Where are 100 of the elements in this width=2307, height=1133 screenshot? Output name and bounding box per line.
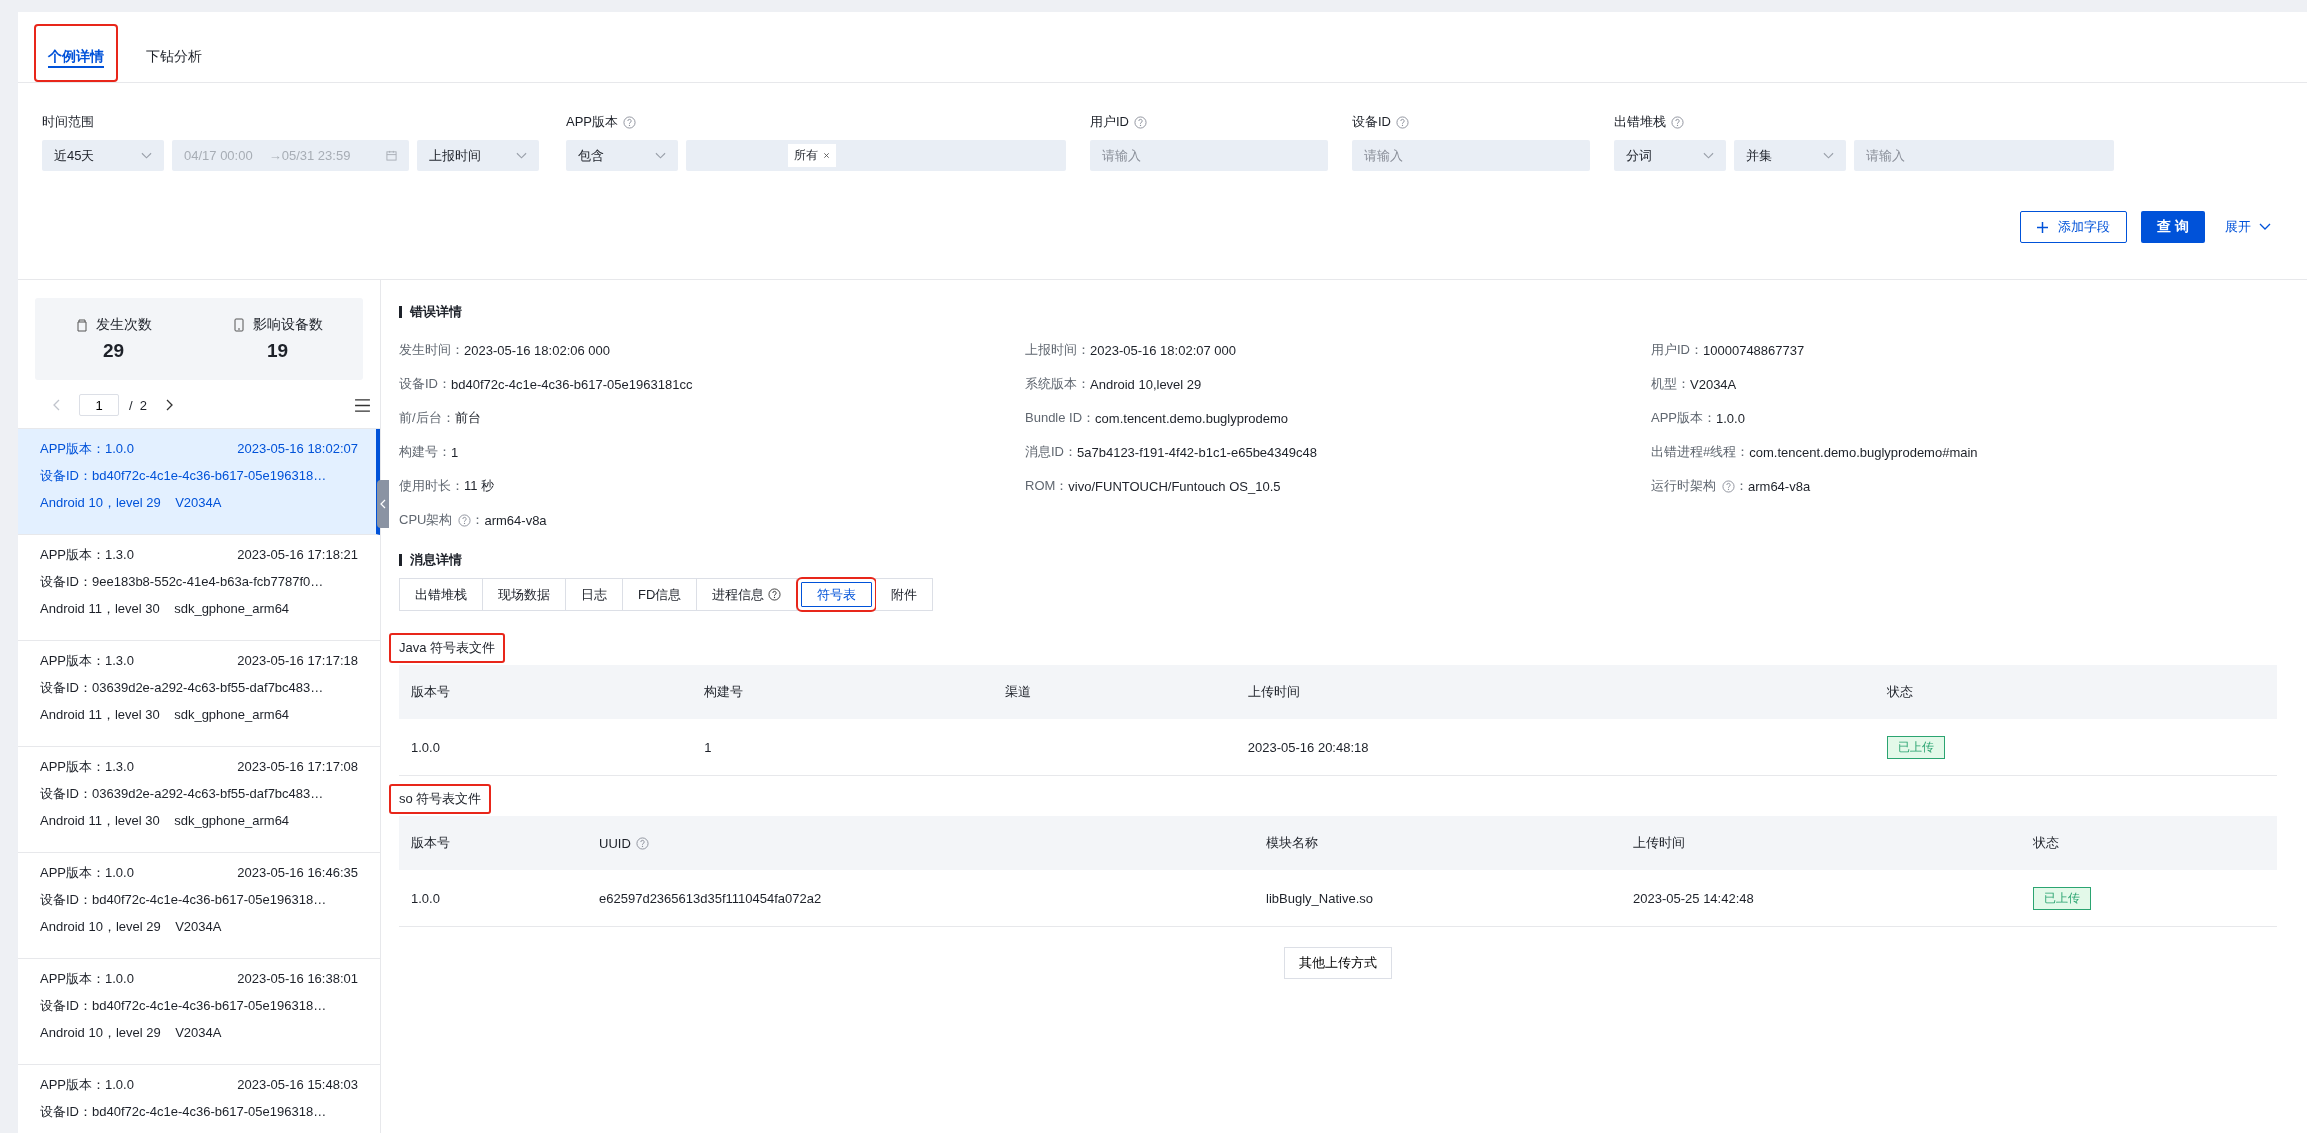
case-time: 2023-05-16 17:17:08 <box>237 758 358 776</box>
detail-label: CPU架构 <box>399 511 453 529</box>
detail-label: Bundle ID： <box>1025 409 1096 425</box>
column-header: UUID <box>599 835 631 851</box>
case-device-id: 设备ID：03639d2e-a292-4c63-bf55-daf7bc483… <box>40 679 324 697</box>
input-field[interactable]: 请输入 <box>1090 140 1328 171</box>
colon: ： <box>1735 477 1748 495</box>
case-device-id: 设备ID：bd40f72c-4c1e-4c36-b617-05e196318… <box>40 891 327 909</box>
case-version: APP版本：1.3.0 <box>40 758 134 776</box>
select-field[interactable]: 分词 <box>1614 140 1726 171</box>
section-title: 消息详情 <box>399 554 2277 566</box>
column-header: 状态 <box>2033 834 2060 852</box>
status-badge: 已上传 <box>1887 735 1946 759</box>
chevron-right-icon[interactable] <box>165 399 174 411</box>
column-header: 上传时间 <box>1247 683 1300 701</box>
column-header: 模块名称 <box>1266 834 1319 852</box>
case-version: APP版本：1.3.0 <box>40 652 134 670</box>
case-list-item[interactable]: APP版本：1.3.0 2023-05-16 17:17:18 设备ID：03639d2e-a292-4c63-bf55-daf7bc483… Android 11，level 30 sdk_gphone_arm64 <box>18 641 380 747</box>
table-cell: 1.0.0 <box>411 890 440 906</box>
detail-value: Android 10,level 29 <box>1090 376 1202 392</box>
chevron-down-icon <box>2259 223 2271 231</box>
detail-value: V2034A <box>1690 376 1737 392</box>
case-list-item[interactable]: APP版本：1.0.0 2023-05-16 15:48:03 设备ID：bd40f72c-4c1e-4c36-b617-05e196318… <box>18 1065 380 1133</box>
case-time: 2023-05-16 16:46:35 <box>237 864 358 882</box>
page-tab[interactable]: 下钻分析 <box>132 24 216 82</box>
detail-label: 上报时间： <box>1025 341 1090 359</box>
cup-icon <box>75 318 88 332</box>
detail-value: arm64-v8a <box>484 512 547 528</box>
input-field[interactable]: 请输入 <box>1854 140 2114 171</box>
tag-select-field[interactable]: 所有 <box>686 140 1066 171</box>
help-icon <box>768 588 782 601</box>
phone-icon <box>232 318 245 332</box>
case-time: 2023-05-16 16:38:01 <box>237 970 358 988</box>
table-cell: 1.0.0 <box>411 739 440 755</box>
case-time: 2023-05-16 17:18:21 <box>237 546 358 564</box>
select-field[interactable]: 上报时间 <box>417 140 539 171</box>
help-icon <box>458 513 472 527</box>
detail-value: com.tencent.demo.buglyprodemo <box>1095 410 1289 426</box>
detail-label: 系统版本： <box>1025 375 1090 393</box>
filter-label: 出错堆栈 <box>1614 113 1666 131</box>
case-version: APP版本：1.0.0 <box>40 970 134 988</box>
query-button[interactable]: 查 询 <box>2141 211 2205 243</box>
detail-label: 前/后台： <box>399 409 455 427</box>
detail-label: 用户ID： <box>1651 341 1703 359</box>
table-cell: e62597d2365613d35f1110454fa072a2 <box>599 890 822 906</box>
table-cell: 2023-05-25 14:42:48 <box>1633 890 1754 906</box>
help-icon <box>635 836 649 850</box>
help-icon <box>623 115 636 129</box>
case-system: Android 11，level 30 sdk_gphone_arm64 <box>40 812 290 830</box>
case-time: 2023-05-16 15:48:03 <box>237 1076 358 1094</box>
detail-label: 构建号： <box>399 443 451 461</box>
case-list-item[interactable]: APP版本：1.3.0 2023-05-16 17:18:21 设备ID：9ee183b8-552c-41e4-b63a-fcb7787f0… Android 11，level 30 sdk_gphone_arm64 <box>18 535 380 641</box>
case-list-item[interactable]: APP版本：1.0.0 2023-05-16 18:02:07 设备ID：bd40f72c-4c1e-4c36-b617-05e196318… Android 10，level 29 V2034A <box>18 429 380 535</box>
case-list-item[interactable]: APP版本：1.3.0 2023-05-16 17:17:08 设备ID：03639d2e-a292-4c63-bf55-daf7bc483… Android 11，level 30 sdk_gphone_arm64 <box>18 747 380 853</box>
case-system: Android 10，level 29 V2034A <box>40 918 222 936</box>
case-system: Android 10，level 29 V2034A <box>40 494 222 512</box>
table-title: so 符号表文件 <box>389 784 492 814</box>
input-field[interactable]: 请输入 <box>1352 140 1590 171</box>
case-system: Android 11，level 30 sdk_gphone_arm64 <box>40 600 290 618</box>
select-field[interactable]: 近45天 <box>42 140 164 171</box>
detail-value: 2023-05-16 18:02:06 000 <box>464 342 610 358</box>
column-header: 版本号 <box>411 834 450 852</box>
detail-label: 机型： <box>1651 375 1690 393</box>
page-total: / 2 <box>129 397 148 413</box>
column-header: 渠道 <box>1004 683 1031 701</box>
table-cell: libBugly_Native.so <box>1266 890 1374 906</box>
case-device-id: 设备ID：03639d2e-a292-4c63-bf55-daf7bc483… <box>40 785 324 803</box>
detail-label: 使用时长： <box>399 477 464 495</box>
collapse-handle[interactable] <box>377 480 389 528</box>
case-version: APP版本：1.3.0 <box>40 546 134 564</box>
page-input[interactable]: 1 <box>79 394 119 416</box>
detail-value: 2023-05-16 18:02:07 000 <box>1090 342 1236 358</box>
select-field[interactable]: 并集 <box>1734 140 1846 171</box>
detail-value: vivo/FUNTOUCH/Funtouch OS_10.5 <box>1068 478 1281 494</box>
select-field[interactable]: 包含 <box>566 140 678 171</box>
page-tab[interactable]: 个例详情 <box>34 24 118 82</box>
detail-label: 消息ID： <box>1025 443 1077 461</box>
expand-button[interactable]: 展开 <box>2219 217 2277 237</box>
chevron-left-icon <box>380 499 386 509</box>
help-icon <box>1134 115 1147 129</box>
column-header: 构建号 <box>704 683 744 701</box>
case-list-item[interactable]: APP版本：1.0.0 2023-05-16 16:46:35 设备ID：bd40f72c-4c1e-4c36-b617-05e196318… Android 10，level 29 V2034A <box>18 853 380 959</box>
close-icon[interactable] <box>823 152 830 159</box>
column-header: 版本号 <box>411 683 450 701</box>
add-field-button[interactable]: 添加字段 <box>2020 211 2128 243</box>
menu-icon[interactable] <box>355 398 370 412</box>
status-badge: 已上传 <box>2033 886 2092 910</box>
chevron-down-icon <box>1823 151 1834 160</box>
help-icon <box>1671 115 1684 129</box>
other-upload-button[interactable]: 其他上传方式 <box>1284 947 1392 979</box>
case-time: 2023-05-16 18:02:07 <box>237 440 358 458</box>
case-list-item[interactable]: APP版本：1.0.0 2023-05-16 16:38:01 设备ID：bd40f72c-4c1e-4c36-b617-05e196318… Android 10，level 29 V2034A <box>18 959 380 1065</box>
case-version: APP版本：1.0.0 <box>40 1076 134 1094</box>
detail-value: bd40f72c-4c1e-4c36-b617-05e1963181cc <box>451 376 693 392</box>
help-icon <box>1722 479 1735 493</box>
column-header: 状态 <box>1887 683 1914 701</box>
section-title: 错误详情 <box>399 306 2277 318</box>
table-cell: 1 <box>704 739 712 755</box>
case-time: 2023-05-16 17:17:18 <box>237 652 358 670</box>
filter-label: 时间范围 <box>42 113 94 131</box>
